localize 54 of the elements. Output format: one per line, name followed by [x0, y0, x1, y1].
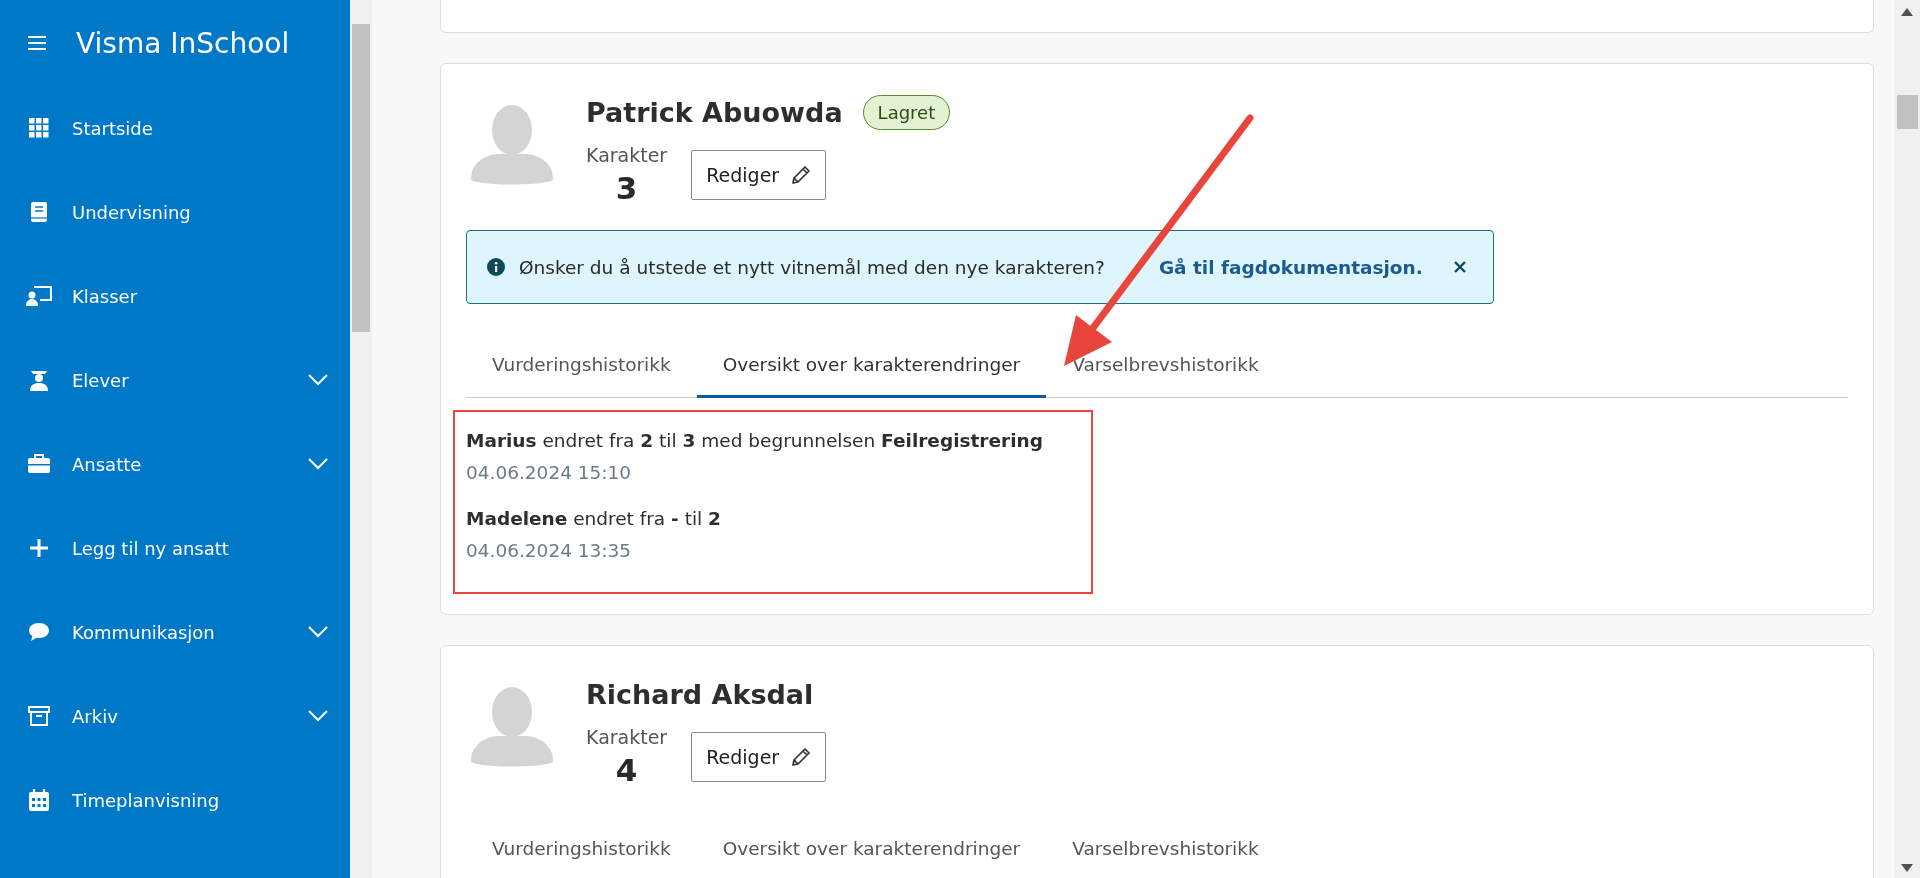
status-badge: Lagret [862, 94, 951, 130]
nav-item[interactable]: Kommunikasjon [0, 590, 350, 674]
tab[interactable]: Varselbrevshistorikk [1046, 340, 1285, 398]
avatar-icon [471, 684, 553, 768]
nav-item[interactable]: Timeplanvisning [0, 758, 350, 842]
info-icon [487, 258, 505, 276]
nav-item[interactable]: Startside [0, 86, 350, 170]
chevron-down-icon [308, 710, 328, 722]
documentation-link[interactable]: Gå til fagdokumentasjon. [1158, 256, 1423, 278]
change-description: Marius endret fra 2 til 3 med begrunnelsen Feilregistrering [466, 429, 1044, 453]
grade-label: Karakter [586, 144, 668, 166]
nav-item[interactable]: Elever [0, 338, 350, 422]
menu-icon[interactable] [28, 35, 46, 51]
scroll-down-icon[interactable] [1901, 864, 1913, 872]
scrollbar-thumb[interactable] [352, 24, 370, 332]
change-timestamp: 04.06.2024 13:35 [466, 539, 633, 563]
chevron-down-icon [308, 458, 328, 470]
briefcase-icon [26, 454, 52, 474]
app-title: Visma InSchool [76, 26, 290, 60]
calendar-icon [26, 789, 52, 811]
student-name: Patrick Abuowda [586, 96, 843, 128]
speech-bubble-icon [26, 622, 52, 642]
scrollbar[interactable] [1895, 0, 1920, 878]
nav-item[interactable]: Klasser [0, 254, 350, 338]
chevron-down-icon [308, 626, 328, 638]
grade-value: 3 [615, 170, 638, 206]
edit-button[interactable]: Rediger [691, 150, 827, 200]
tab[interactable]: Oversikt over karakterendringer [696, 824, 1047, 878]
avatar-icon [471, 102, 553, 186]
nav-item[interactable]: Ansatte [0, 422, 350, 506]
pencil-icon [791, 165, 812, 185]
student-name: Richard Aksdal [586, 678, 814, 710]
change-timestamp: 04.06.2024 15:10 [466, 461, 633, 485]
scroll-up-icon[interactable] [1901, 8, 1913, 16]
pencil-icon [791, 747, 812, 767]
classroom-icon [26, 286, 52, 306]
alert-message: Ønsker du å utstede et nytt vitnemål med den nye karakteren? [519, 256, 1105, 278]
grade-value: 4 [615, 752, 638, 788]
tab[interactable]: Vurderingshistorikk [466, 340, 697, 398]
tab[interactable]: Oversikt over karakterendringer [696, 340, 1047, 398]
scrollbar-thumb[interactable] [1897, 95, 1918, 129]
nav-item[interactable]: Legg til ny ansatt [0, 506, 350, 590]
edit-button[interactable]: Rediger [691, 732, 827, 782]
scrollbar[interactable] [350, 0, 372, 878]
archive-box-icon [26, 706, 52, 726]
nav-item[interactable]: Undervisning [0, 170, 350, 254]
chevron-down-icon [308, 374, 328, 386]
grade-label: Karakter [586, 726, 668, 748]
tab[interactable]: Varselbrevshistorikk [1046, 824, 1285, 878]
change-description: Madelene endret fra - til 2 [466, 507, 722, 531]
nav-item[interactable]: Arkiv [0, 674, 350, 758]
tab[interactable]: Vurderingshistorikk [466, 824, 697, 878]
close-icon[interactable] [1453, 260, 1467, 274]
grid-icon [26, 118, 52, 138]
